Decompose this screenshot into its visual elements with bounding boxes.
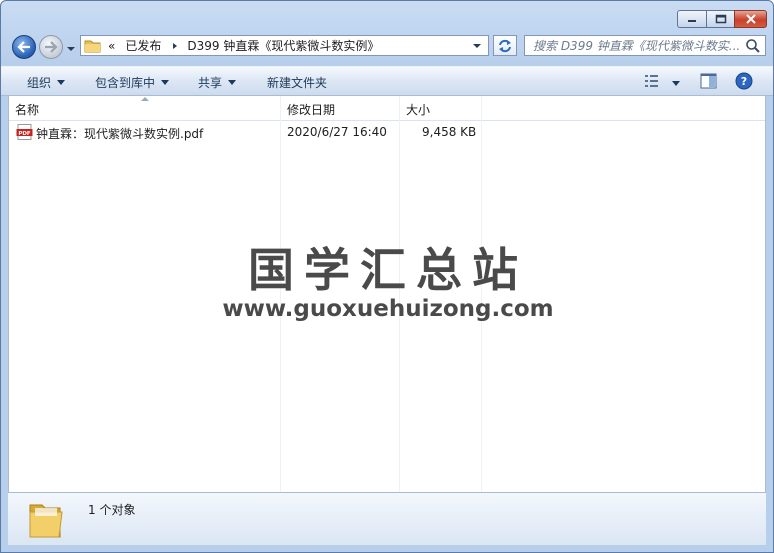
maximize-button[interactable] [706,10,734,28]
item-count: 1 个对象 [88,503,136,517]
share-label: 共享 [198,76,223,90]
search-input[interactable]: 搜索 D399 钟直霖《现代紫微斗数实... [524,35,766,56]
arrow-left-icon [17,41,30,53]
view-options-button[interactable] [644,74,680,91]
search-icon[interactable] [745,38,761,54]
include-in-library-menu[interactable]: 包含到库中 [95,74,170,91]
preview-pane-button[interactable] [700,73,717,92]
view-details-icon [645,75,658,87]
explorer-window: « 已发布 D399 钟直霖《现代紫微斗数实例》 搜索 D399 钟直霖《现代紫… [0,0,774,553]
file-modified: 2020/6/27 16:40 [287,125,387,139]
column-header-size[interactable]: 大小 [406,101,430,118]
breadcrumb-separator-icon[interactable] [171,42,179,50]
arrow-right-icon [45,41,58,53]
close-button[interactable] [734,10,767,28]
file-list[interactable]: 名称 修改日期 大小 PDF 钟直霖：现代紫微斗数实例.pdf 2020/6/2… [8,96,766,492]
new-folder-button[interactable]: 新建文件夹 [267,74,327,91]
maximize-icon [715,14,726,24]
new-folder-label: 新建文件夹 [267,76,328,90]
share-menu[interactable]: 共享 [198,74,237,91]
minimize-icon [688,20,696,22]
folder-icon [84,40,101,52]
close-icon [745,14,756,24]
include-library-label: 包含到库中 [95,76,156,90]
column-header-name[interactable]: 名称 [15,101,39,118]
forward-button[interactable] [39,35,63,59]
address-bar[interactable]: « 已发布 D399 钟直霖《现代紫微斗数实例》 [80,35,489,56]
dropdown-arrow-icon [671,81,680,86]
dropdown-arrow-icon [228,80,237,85]
file-row[interactable]: PDF 钟直霖：现代紫微斗数实例.pdf 2020/6/27 16:40 9,4… [9,123,489,141]
organize-menu[interactable]: 组织 [27,74,66,91]
search-placeholder: 搜索 D399 钟直霖《现代紫微斗数实... [533,39,741,53]
folder-large-icon [29,504,63,538]
breadcrumb-item[interactable]: 已发布 [125,37,161,54]
svg-text:?: ? [741,75,747,88]
file-name: 钟直霖：现代紫微斗数实例.pdf [36,127,204,141]
preview-pane-icon [700,73,717,89]
svg-text:PDF: PDF [18,131,31,137]
organize-label: 组织 [27,76,52,90]
dropdown-arrow-icon [161,80,170,85]
chevron-down-icon [67,47,75,51]
refresh-icon [499,39,511,52]
watermark-url: www.guoxuehuizong.com [222,296,554,322]
column-header-row: 名称 修改日期 大小 [9,96,765,121]
details-pane: 1 个对象 [8,492,766,545]
recent-pages-dropdown[interactable] [66,42,76,56]
caption-buttons [677,10,767,28]
refresh-button[interactable] [493,35,517,56]
help-button[interactable]: ? [735,72,753,93]
dropdown-arrow-icon [57,80,66,85]
breadcrumb-item[interactable]: D399 钟直霖《现代紫微斗数实例》 [187,37,379,54]
breadcrumb-overflow[interactable]: « [108,39,115,53]
watermark-title: 国学汇总站 [248,243,528,297]
pdf-icon: PDF [16,124,33,140]
column-header-modified[interactable]: 修改日期 [287,101,335,118]
back-button[interactable] [12,35,36,59]
file-size: 9,458 KB [422,125,477,139]
help-icon: ? [735,72,753,90]
command-bar: 组织 包含到库中 共享 新建文件夹 ? [1,66,773,96]
sort-ascending-icon [141,97,149,101]
address-dropdown-icon[interactable] [472,42,482,50]
minimize-button[interactable] [677,10,706,28]
